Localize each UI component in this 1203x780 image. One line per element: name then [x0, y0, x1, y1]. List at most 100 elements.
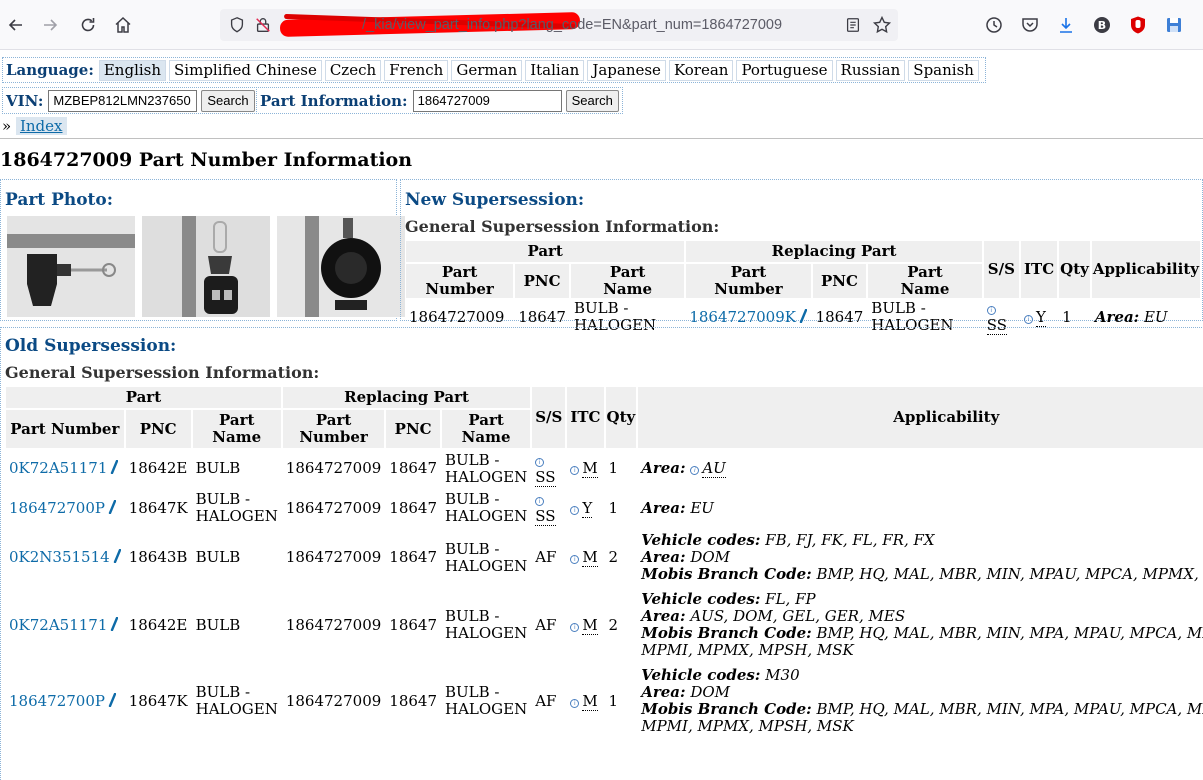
language-simplified-chinese[interactable]: Simplified Chinese [169, 59, 322, 81]
url-text[interactable]: /_kia/view_part_info.php?lang_code=EN&pa… [362, 17, 782, 33]
ss-value[interactable]: SS [535, 467, 556, 487]
cell-itc[interactable]: iM [567, 450, 603, 487]
header-itc: ITC [1021, 241, 1058, 298]
info-icon[interactable]: i [570, 505, 580, 515]
info-icon[interactable]: i [570, 622, 580, 632]
back-arrow-icon[interactable] [6, 15, 26, 35]
cell-qty: 1 [608, 498, 619, 517]
area-label: Area: [1094, 307, 1140, 326]
language-korean[interactable]: Korean [668, 59, 734, 81]
external-link-icon[interactable] [110, 460, 119, 474]
cell-qty: 2 [608, 548, 619, 566]
cell-part-name: BULB - HALOGEN [195, 490, 278, 525]
cell-rep-part-number: 1864727009 [285, 615, 382, 634]
part-photo-2[interactable] [141, 216, 270, 317]
language-czech[interactable]: Czech [324, 59, 382, 81]
part-link[interactable]: 186472700P [9, 499, 105, 517]
breadcrumb-index-link[interactable]: Index [15, 117, 67, 135]
info-icon[interactable]: i [690, 466, 700, 475]
vehicle-codes-value: FB, FJ, FK, FL, FR, FX [765, 531, 935, 549]
language-german[interactable]: German [451, 59, 523, 81]
browser-toolbar: /_kia/view_part_info.php?lang_code=EN&pa… [0, 0, 1203, 50]
cell-part-number[interactable]: 0K72A51171 [6, 450, 124, 487]
header-part: Part [406, 241, 685, 262]
download-icon[interactable] [1056, 15, 1076, 35]
info-icon[interactable]: i [570, 466, 580, 475]
ublock-shield-icon[interactable] [1128, 15, 1148, 35]
extension-b-icon[interactable]: B [1092, 15, 1112, 35]
save-disk-icon[interactable] [1164, 15, 1184, 35]
itc-value[interactable]: M [582, 691, 598, 711]
language-italian[interactable]: Italian [525, 59, 585, 81]
part-link[interactable]: 0K72A51171 [9, 459, 107, 477]
ss-value[interactable]: SS [535, 507, 556, 526]
reader-view-icon[interactable] [844, 16, 862, 34]
info-icon[interactable]: i [570, 555, 580, 564]
cell-itc[interactable]: iM [567, 529, 603, 586]
svg-text:B: B [1098, 19, 1106, 32]
part-link[interactable]: 0K72A51171 [9, 616, 107, 634]
cell-part-number[interactable]: 186472700P [6, 664, 124, 738]
info-icon[interactable]: i [570, 698, 580, 708]
itc-value[interactable]: M [582, 459, 598, 478]
new-supersession-panel: New Supersession: General Supersession I… [400, 179, 1203, 335]
old-supersession-title: Old Supersession: [5, 336, 177, 356]
cell-ss[interactable]: iSS [532, 450, 565, 487]
address-bar[interactable]: /_kia/view_part_info.php?lang_code=EN&pa… [220, 9, 898, 41]
cell-rep-part-number: 1864727009 [285, 691, 382, 710]
language-french[interactable]: French [384, 59, 449, 81]
part-photo-3[interactable] [276, 216, 405, 317]
bookmark-star-icon[interactable] [872, 15, 892, 35]
mobis-value-cont: MPMI, MPMX, MPSH, MSK [641, 641, 854, 659]
language-english[interactable]: English [98, 59, 167, 81]
cell-itc[interactable]: iM [567, 588, 603, 662]
info-icon[interactable]: i [535, 457, 545, 467]
home-icon[interactable] [113, 15, 133, 35]
cell-pnc: 18642E [128, 459, 188, 477]
cell-ss[interactable]: iSS [532, 489, 565, 527]
itc-value[interactable]: Y [1036, 307, 1046, 327]
shield-icon[interactable] [228, 16, 246, 34]
info-icon[interactable]: i [535, 497, 545, 506]
insecure-lock-icon[interactable] [254, 16, 272, 34]
part-link[interactable]: 0K2N351514 [9, 548, 110, 566]
cell-rep-part-number: 1864727009 [285, 459, 382, 477]
vin-search-button[interactable]: Search [201, 89, 255, 112]
info-icon[interactable]: i [986, 306, 996, 315]
cell-itc[interactable]: iY [567, 489, 603, 527]
external-link-icon[interactable] [108, 692, 116, 707]
forward-arrow-icon[interactable] [40, 15, 60, 35]
part-number-input[interactable] [412, 89, 562, 112]
area-value[interactable]: AU [702, 459, 726, 478]
cell-part-number[interactable]: 0K72A51171 [6, 588, 124, 662]
itc-value[interactable]: M [582, 615, 598, 635]
external-link-icon[interactable] [108, 499, 116, 514]
cell-part-number[interactable]: 186472700P [6, 489, 124, 527]
cell-part-number[interactable]: 0K2N351514 [6, 529, 124, 586]
reload-icon[interactable] [78, 15, 98, 35]
itc-value[interactable]: M [582, 548, 598, 567]
itc-value[interactable]: Y [582, 498, 593, 518]
part-link[interactable]: 1864727009K [689, 308, 796, 326]
part-photo-1[interactable] [7, 216, 135, 317]
external-link-icon[interactable] [799, 308, 807, 323]
part-link[interactable]: 186472700P [9, 692, 105, 710]
old-supersession-subtitle: General Supersession Information: [5, 363, 320, 382]
part-information-label: Part Information: [260, 91, 408, 110]
history-clock-icon[interactable] [984, 15, 1004, 35]
language-russian[interactable]: Russian [835, 59, 906, 81]
external-link-icon[interactable] [110, 616, 119, 631]
external-link-icon[interactable] [113, 549, 121, 563]
language-portuguese[interactable]: Portuguese [736, 59, 833, 81]
page-title: 1864727009 Part Number Information [0, 149, 413, 171]
photo-strip [7, 216, 407, 321]
cell-itc[interactable]: iM [567, 664, 603, 738]
pocket-icon[interactable] [1020, 15, 1040, 35]
part-search-button[interactable]: Search [565, 89, 619, 112]
area-label: Area: [641, 548, 686, 566]
part-photo-title: Part Photo: [5, 190, 114, 210]
info-icon[interactable]: i [1024, 314, 1034, 324]
language-japanese[interactable]: Japanese [587, 59, 666, 81]
vin-input[interactable] [48, 89, 198, 112]
language-spanish[interactable]: Spanish [908, 59, 979, 81]
